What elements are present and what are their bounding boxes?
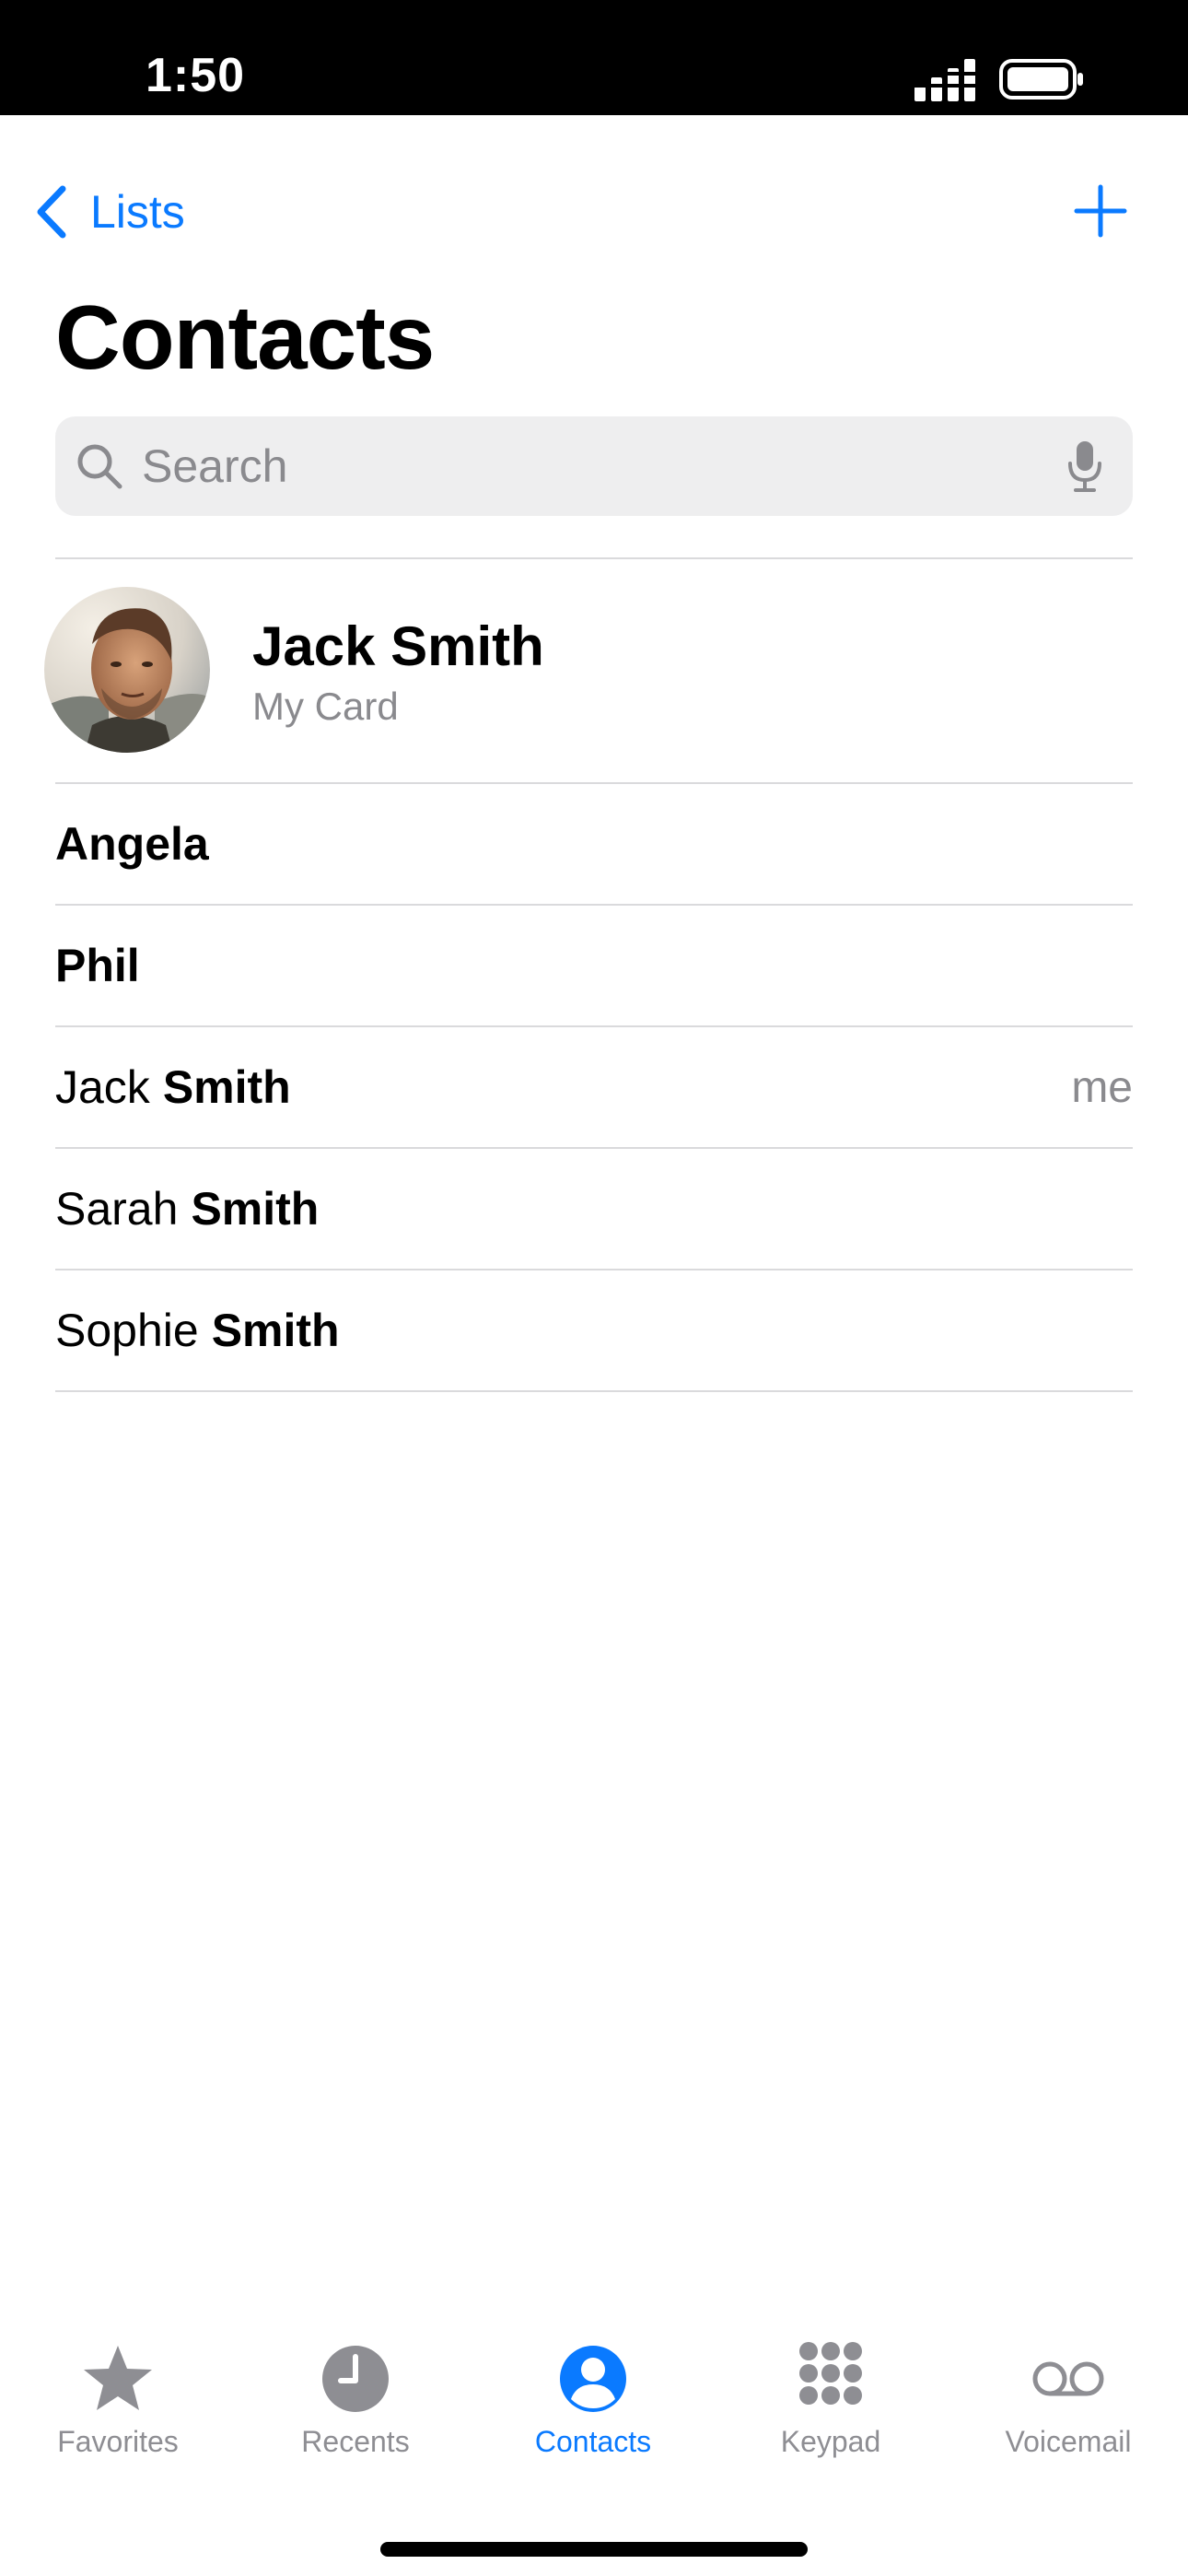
search-bar[interactable] xyxy=(55,416,1133,516)
cellular-signal-icon xyxy=(914,59,975,101)
back-label: Lists xyxy=(90,186,185,238)
tab-favorites[interactable]: Favorites xyxy=(17,2340,219,2488)
battery-icon xyxy=(999,59,1083,100)
contact-last-name: Angela xyxy=(55,818,209,870)
contact-row[interactable]: Jack Smith me xyxy=(55,1026,1133,1148)
tab-label: Recents xyxy=(301,2425,410,2458)
chevron-left-icon xyxy=(37,185,66,239)
contact-row[interactable]: Sarah Smith xyxy=(55,1148,1133,1270)
home-indicator[interactable] xyxy=(380,2542,808,2557)
voicemail-icon xyxy=(1032,2361,1104,2396)
tab-bar: Favorites Recents Contacts Keypad Voicem… xyxy=(0,2340,1188,2488)
contacts-screen: 1:50 Lists Contacts Search Jack Smith My… xyxy=(0,0,1188,2576)
microphone-icon[interactable] xyxy=(1066,439,1103,493)
my-card[interactable]: Jack Smith My Card xyxy=(0,559,1188,782)
contact-last-name: Phil xyxy=(55,940,140,991)
avatar-photo-icon xyxy=(44,587,210,753)
divider xyxy=(55,1390,1133,1392)
back-button[interactable]: Lists xyxy=(33,180,185,244)
star-icon xyxy=(84,2346,152,2410)
avatar xyxy=(44,587,210,753)
tab-label: Contacts xyxy=(534,2425,652,2458)
keypad-icon xyxy=(799,2342,862,2405)
navigation-bar: Lists Contacts xyxy=(0,115,1188,419)
tab-recents[interactable]: Recents xyxy=(254,2340,457,2488)
me-tag: me xyxy=(1071,1062,1133,1112)
status-bar: 1:50 xyxy=(0,0,1188,115)
tab-keypad[interactable]: Keypad xyxy=(729,2340,932,2488)
my-card-subtitle: My Card xyxy=(252,685,399,728)
tab-voicemail[interactable]: Voicemail xyxy=(967,2340,1170,2488)
person-circle-icon xyxy=(560,2346,626,2412)
clock-icon xyxy=(322,2346,389,2412)
contact-last-name: Smith xyxy=(211,1305,340,1356)
contact-last-name: Smith xyxy=(191,1183,320,1235)
search-input[interactable] xyxy=(142,416,1066,516)
search-icon xyxy=(77,444,122,489)
contact-first-name: Jack xyxy=(55,1061,150,1113)
tab-contacts[interactable]: Contacts xyxy=(492,2340,694,2488)
contact-first-name: Sophie xyxy=(55,1305,199,1356)
tab-label: Keypad xyxy=(780,2425,881,2458)
my-card-name: Jack Smith xyxy=(252,615,544,677)
contact-row[interactable]: Phil xyxy=(55,905,1133,1026)
contact-row[interactable]: Angela xyxy=(55,783,1133,905)
status-time: 1:50 xyxy=(146,49,246,102)
page-title: Contacts xyxy=(55,287,435,388)
contact-last-name: Smith xyxy=(162,1061,291,1113)
tab-label: Favorites xyxy=(57,2425,179,2458)
contact-row[interactable]: Sophie Smith xyxy=(55,1270,1133,1391)
add-contact-button[interactable] xyxy=(1074,184,1127,238)
contact-first-name: Sarah xyxy=(55,1183,179,1235)
tab-label: Voicemail xyxy=(1005,2425,1132,2458)
